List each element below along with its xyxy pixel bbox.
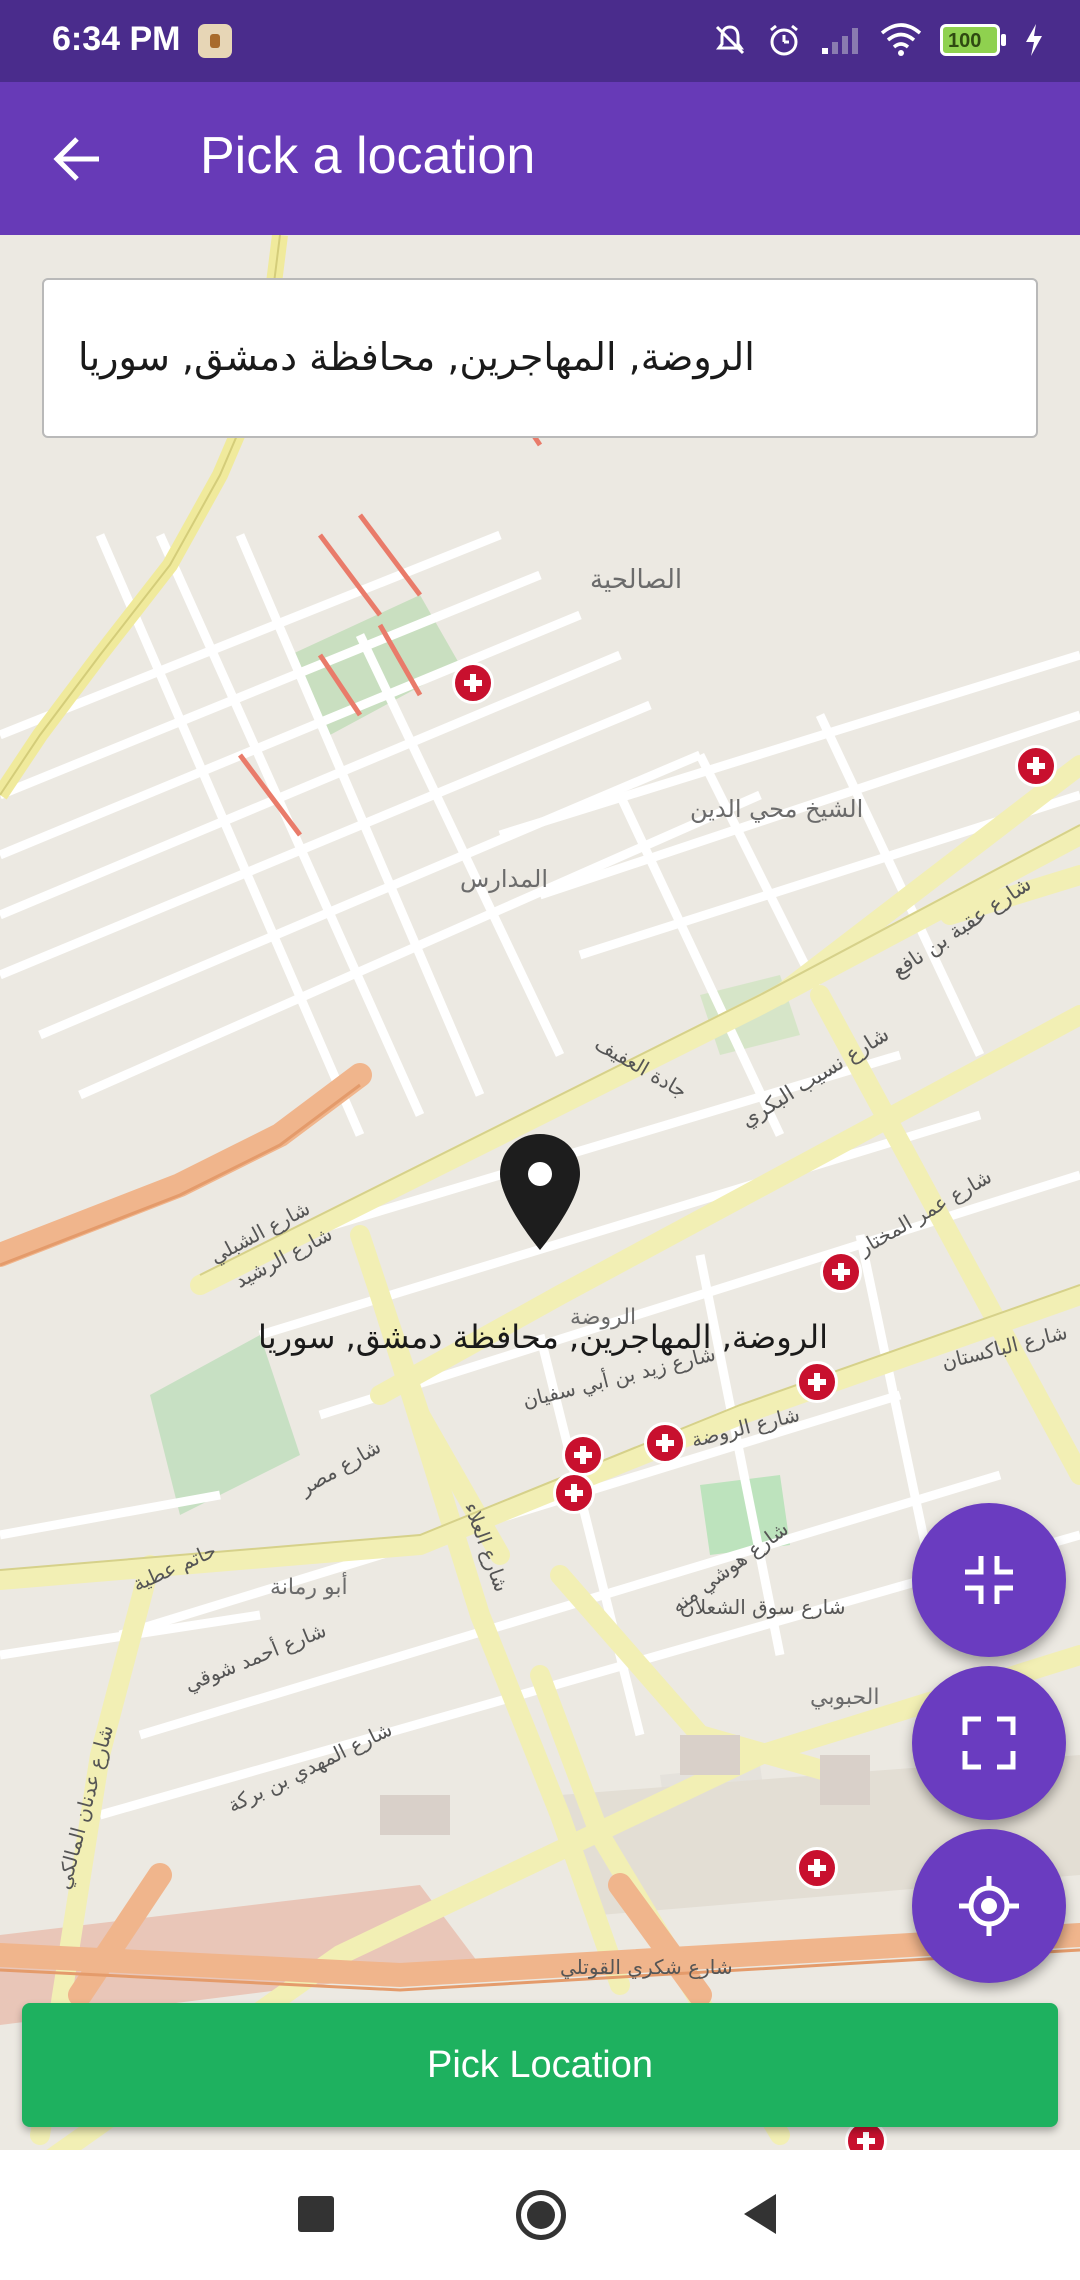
map-label: شارع شكري القوتلي [560,1955,733,1979]
hospital-marker[interactable] [562,1434,604,1476]
hospital-marker[interactable] [796,1847,838,1889]
my-location-icon [959,1876,1019,1936]
battery-level: 100 [948,30,982,52]
status-icons: 100 [712,20,1044,60]
fullscreen-exit-icon [965,1556,1013,1604]
hospital-marker[interactable] [820,1251,862,1293]
back-nav-icon[interactable] [744,2194,776,2234]
fullscreen-icon [962,1716,1016,1770]
location-pin-icon[interactable] [496,1132,584,1252]
collapse-map-button[interactable] [912,1503,1066,1657]
hospital-marker[interactable] [644,1422,686,1464]
search-input-value: الروضة, المهاجرين, محافظة دمشق, سوريا [78,335,755,379]
map-label: أبو رمانة [270,1575,348,1600]
signal-icon [822,28,858,54]
pick-location-button[interactable]: Pick Location [22,2003,1058,2127]
mute-notifications-icon [715,25,745,55]
navigation-bar [0,2150,1080,2280]
search-input[interactable]: الروضة, المهاجرين, محافظة دمشق, سوريا [42,278,1038,438]
expand-map-button[interactable] [912,1666,1066,1820]
hospital-marker[interactable] [452,662,494,704]
app-bar: Pick a location [0,82,1080,235]
map-label: المدارس [460,865,549,893]
map-label: الحبوبي [810,1685,880,1710]
page-title: Pick a location [200,127,536,185]
status-bar: 6:34 PM 100 [0,0,1080,82]
arrow-back-icon [53,137,99,181]
charging-icon [1026,24,1042,56]
recent-apps-icon[interactable] [298,2196,334,2232]
status-time: 6:34 PM [52,20,181,58]
back-button[interactable] [40,122,114,196]
battery-icon: 100 [940,24,1006,56]
home-icon[interactable] [516,2190,566,2240]
pin-label: الروضة, المهاجرين, محافظة دمشق, سوريا [258,1318,828,1356]
map-label: الشيخ محي الدين [690,795,864,823]
wifi-icon [880,23,922,56]
map-label: الصالحية [590,565,683,595]
alarm-icon [770,24,798,56]
hospital-marker[interactable] [796,1361,838,1403]
map-label: شارع سوق الشعلان [680,1595,846,1619]
my-location-button[interactable] [912,1829,1066,1983]
notification-app-icon [198,24,232,58]
hospital-marker[interactable] [553,1472,595,1514]
hospital-marker[interactable] [1015,745,1057,787]
